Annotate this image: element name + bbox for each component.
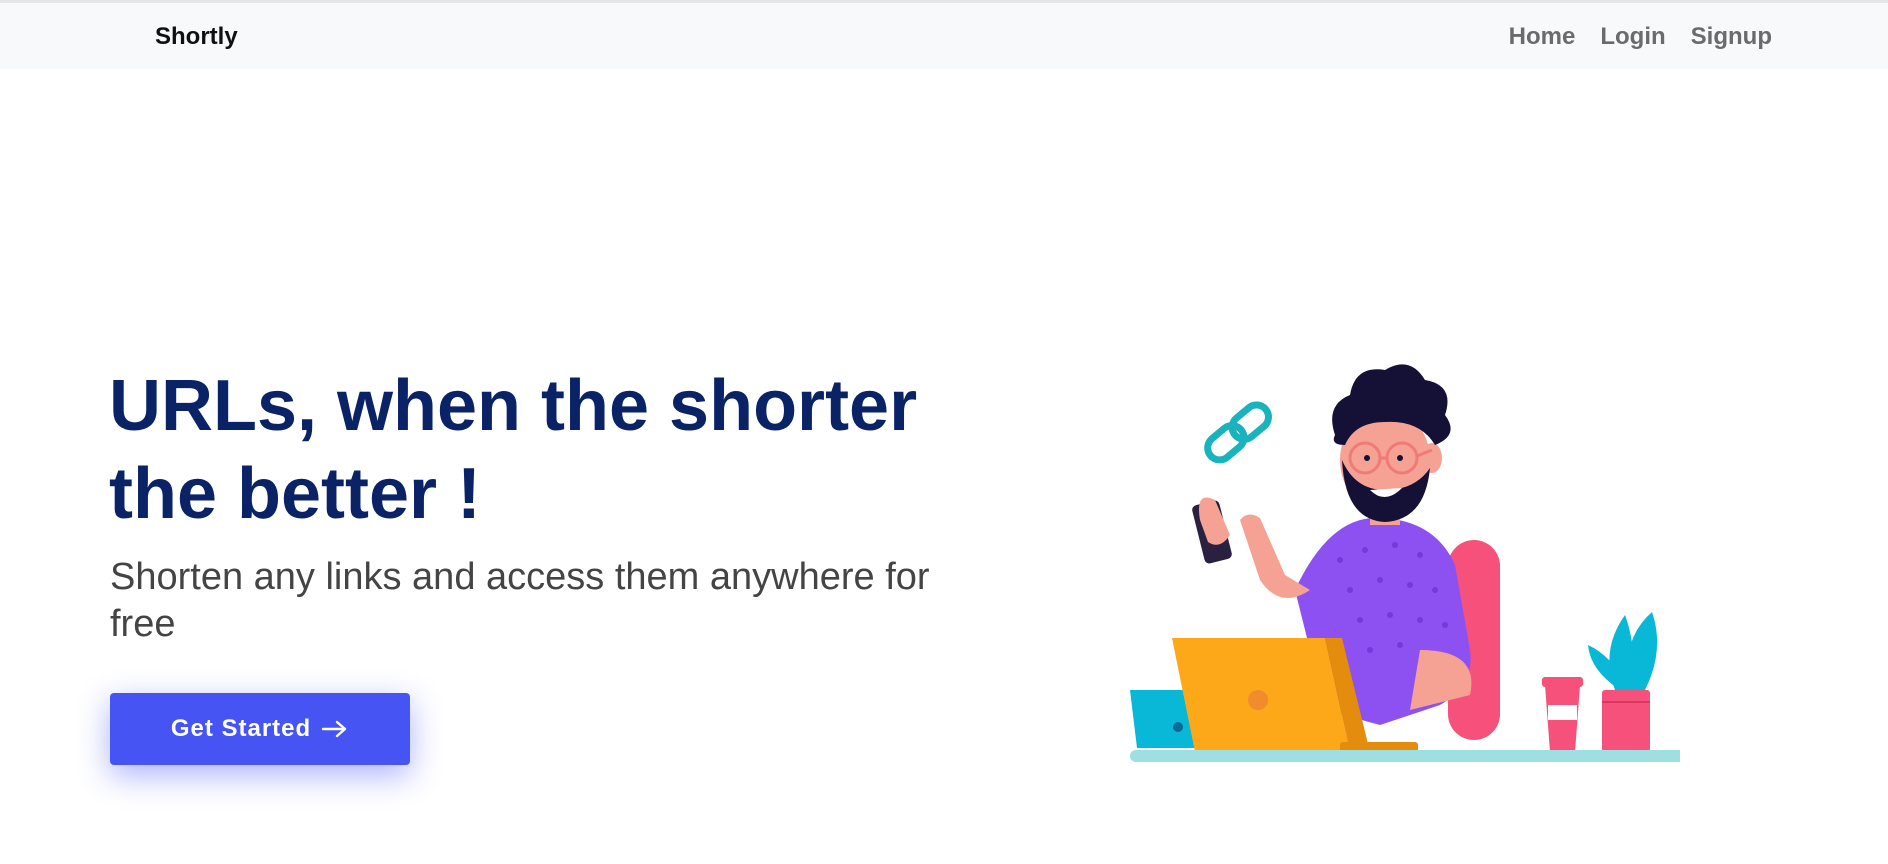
nav-link-signup[interactable]: Signup [1691, 23, 1772, 51]
get-started-label: Get Started [170, 715, 312, 742]
nav-links: Home Login Signup [1509, 23, 1772, 51]
brand-logo[interactable]: Shortly [155, 23, 238, 51]
hero-title: URLs, when the shorter the better ! [109, 366, 918, 534]
navbar: Shortly Home Login Signup [0, 3, 1888, 69]
hero-illustration [1080, 350, 1695, 780]
nav-link-login[interactable]: Login [1600, 23, 1665, 51]
get-started-button[interactable]: Get Started [110, 693, 410, 765]
hero-subtitle: Shorten any links and access them anywhe… [110, 556, 930, 645]
nav-link-home[interactable]: Home [1509, 23, 1576, 51]
link-chain-icon [1204, 401, 1272, 464]
arrow-right-icon [321, 719, 349, 739]
